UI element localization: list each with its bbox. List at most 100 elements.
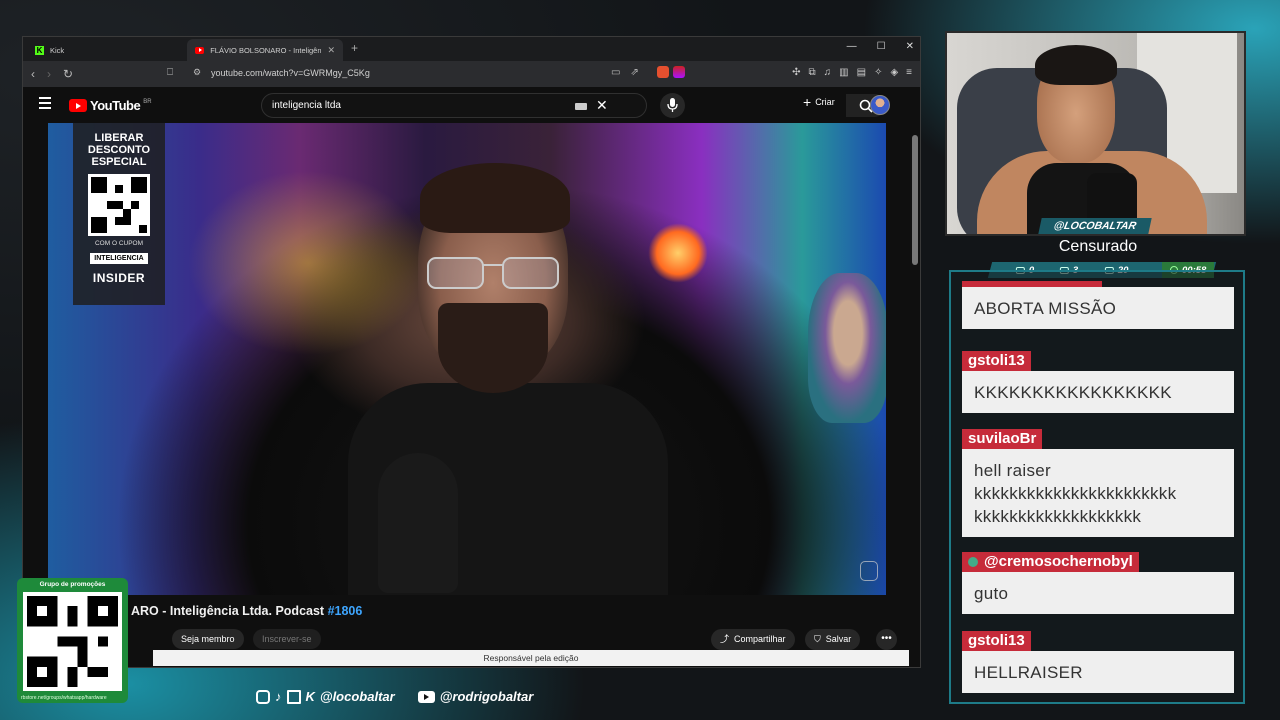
streamer-handle: @LOCOBALTAR [1038,218,1152,234]
bookmark-icon[interactable]: ⎕ [167,67,173,78]
subscribe-button[interactable]: Inscrever-se [253,629,321,649]
video-player[interactable]: LIBERAR DESCONTO ESPECIAL COM O CUPOM IN… [48,123,886,595]
reload-icon[interactable]: ↻ [63,67,73,81]
new-tab-button[interactable]: + [351,41,358,55]
keyboard-icon[interactable] [575,103,587,110]
chat-username: gstoli13 [962,631,1031,651]
browser-window: K Kick FLÁVIO BOLSONARO - Inteligência ✕… [22,36,921,668]
sugar-skull-decor [808,273,886,423]
youtube-page: YouTube BR inteligencia ltda ✕ + Criar L… [23,87,920,667]
sidebar-icon[interactable]: ▥ [839,67,848,78]
voice-search-button[interactable] [660,93,685,118]
youtube-favicon-icon [195,46,205,54]
join-button[interactable]: Seja membro [172,629,244,649]
youtube-logo[interactable]: YouTube BR [69,98,152,113]
guest-hair [420,163,570,233]
menu-icon[interactable]: ≡ [906,67,912,78]
social-handle-kick: @locobaltar [319,689,395,704]
sponsor-brand: INSIDER [92,271,146,285]
stream-status: Censurado [1058,238,1138,255]
chat-text: KKKKKKKKKKKKKKKKK [962,371,1234,413]
user-badge-icon [968,557,978,568]
instagram-icon [256,689,270,704]
country-code: BR [143,98,152,105]
avatar[interactable] [870,95,890,115]
tab-youtube[interactable]: FLÁVIO BOLSONARO - Inteligência ✕ [187,39,343,61]
scrollbar[interactable] [912,127,918,711]
social-handles: ♪ K @locobaltar @rodrigobaltar [256,689,533,704]
scrollbar-thumb[interactable] [912,135,918,265]
brave-shield-icon[interactable] [657,66,669,78]
sponsor-overlay[interactable]: LIBERAR DESCONTO ESPECIAL COM O CUPOM IN… [73,123,165,305]
nav-buttons: ‹ › ↻ [31,67,73,81]
youtube-header: YouTube BR inteligencia ltda ✕ + Criar [23,87,920,123]
tab-label: Kick [50,45,65,55]
back-icon[interactable]: ‹ [31,67,35,81]
site-settings-icon[interactable]: ⚙ [193,67,201,78]
coupon-code: INTELIGENCIA [90,253,148,264]
music-icon[interactable]: ♫ [824,67,832,78]
share-button[interactable]: ⤴ Compartilhar [711,629,795,650]
chat-message: suvilaoBr hell raiser kkkkkkkkkkkkkkkkkk… [962,429,1234,537]
close-tab-icon[interactable]: ✕ [327,45,335,56]
microphone-icon [667,98,678,112]
qr-label: Grupo de promoções [39,581,106,588]
share-label: Compartilhar [734,634,786,644]
glasses [427,257,559,289]
tab-kick[interactable]: K Kick [27,39,185,61]
chat-text: HELLRAISER [962,651,1234,693]
brave-rewards-icon[interactable] [673,66,685,78]
share-icon: ⤴ [720,634,730,644]
maximize-icon[interactable]: ☐ [877,41,886,52]
chat-text: hell raiser kkkkkkkkkkkkkkkkkkkkkkk kkkk… [962,449,1234,537]
share-page-icon[interactable]: ⇗ [630,67,638,78]
save-button[interactable]: ⛉ Salvar [805,629,861,650]
chat-username: @cremosochernobyl [962,552,1139,572]
more-actions-icon[interactable]: ••• [876,629,897,650]
chat-panel: ABORTA MISSÃO gstoli13 KKKKKKKKKKKKKKKKK… [949,270,1245,704]
cast-icon[interactable]: ▭ [611,67,620,78]
vpn-icon[interactable]: ◈ [890,67,898,78]
leo-icon[interactable]: ✧ [874,67,882,78]
chat-username [962,281,1102,287]
twitch-icon [286,689,301,704]
logo-text: YouTube [90,98,141,113]
url-field[interactable]: youtube.com/watch?v=GWRMgy_C5Kg [211,68,370,78]
chat-text: guto [962,572,1234,614]
bookmark-save-icon: ⛉ [814,634,821,644]
hashtag-link[interactable]: #1806 [328,604,363,618]
promo-headline: LIBERAR [94,132,144,144]
video-title-text: ARO - Inteligência Ltda. Podcast [131,604,328,618]
forward-icon[interactable]: › [47,67,51,81]
search-input[interactable]: inteligencia ltda [272,100,341,111]
tab-bar: K Kick FLÁVIO BOLSONARO - Inteligência ✕… [23,37,920,61]
minimize-icon[interactable]: — [847,41,857,52]
editor-credit: Responsável pela edição [153,650,909,666]
video-title: ARO - Inteligência Ltda. Podcast #1806 [131,604,362,618]
social-handle-youtube: @rodrigobaltar [439,689,534,704]
extension-icon[interactable]: ✣ [792,67,800,78]
search-box: inteligencia ltda ✕ [261,93,886,118]
wallet-icon[interactable]: ▤ [857,67,866,78]
save-label: Salvar [825,634,852,644]
chat-message: gstoli13 HELLRAISER [962,631,1234,693]
youtube-play-icon [69,99,87,112]
chat-username-text: @cremosochernobyl [984,553,1133,570]
close-window-icon[interactable]: ✕ [906,41,914,52]
clear-search-icon[interactable]: ✕ [596,97,608,114]
podcast-microphone [378,453,458,593]
address-actions: ▭ ⇗ [611,67,639,78]
guest-beard [438,303,548,393]
promo-headline: DESCONTO [87,144,151,156]
chat-username: suvilaoBr [962,429,1043,449]
coupon-text: COM O CUPOM [94,240,144,247]
chat-message: gstoli13 KKKKKKKKKKKKKKKKK [962,351,1234,413]
create-button[interactable]: + Criar [803,94,835,110]
promo-headline: ESPECIAL [91,156,147,168]
hamburger-menu-icon[interactable] [39,97,51,112]
plus-icon: + [803,94,812,110]
window-controls: — ☐ ✕ [847,41,914,52]
chat-message: ABORTA MISSÃO [962,281,1234,329]
channel-watermark-icon[interactable] [860,561,878,581]
screenshot-icon[interactable]: ⧉ [809,67,816,78]
